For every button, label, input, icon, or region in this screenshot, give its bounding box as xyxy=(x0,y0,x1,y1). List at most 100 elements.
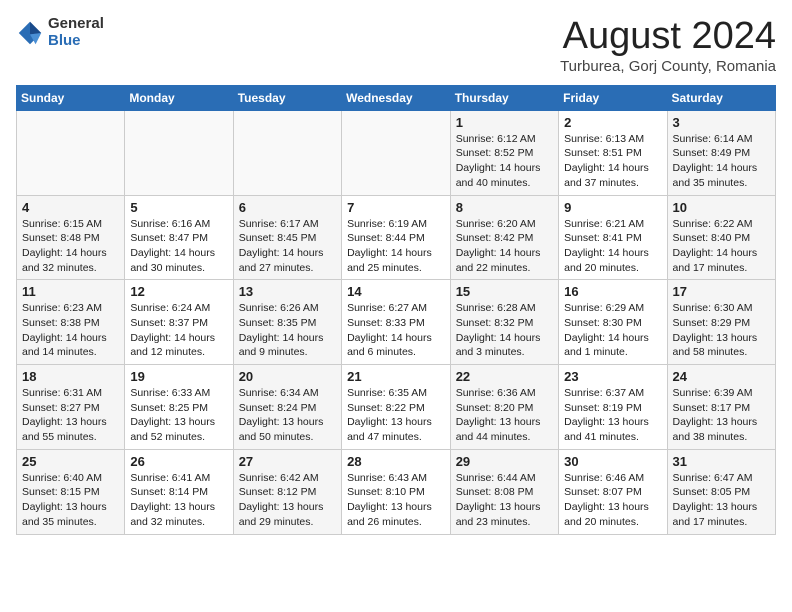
day-number: 3 xyxy=(673,115,770,130)
calendar-cell: 14 Sunrise: 6:27 AM Sunset: 8:33 PM Dayli… xyxy=(342,280,451,365)
calendar-cell: 7 Sunrise: 6:19 AM Sunset: 8:44 PM Daylig… xyxy=(342,195,451,280)
day-info: Sunrise: 6:23 AM Sunset: 8:38 PM Dayligh… xyxy=(22,301,119,360)
calendar-cell: 31 Sunrise: 6:47 AM Sunset: 8:05 PM Dayli… xyxy=(667,449,775,534)
day-info: Sunrise: 6:20 AM Sunset: 8:42 PM Dayligh… xyxy=(456,217,553,276)
day-number: 29 xyxy=(456,454,553,469)
calendar-cell: 18 Sunrise: 6:31 AM Sunset: 8:27 PM Dayli… xyxy=(17,365,125,450)
calendar-cell: 16 Sunrise: 6:29 AM Sunset: 8:30 PM Dayli… xyxy=(559,280,667,365)
day-number: 28 xyxy=(347,454,445,469)
calendar-cell: 25Sunrise: 6:40 AM Sunset: 8:15 PM Dayli… xyxy=(17,449,125,534)
calendar-cell xyxy=(342,110,451,195)
calendar-cell xyxy=(17,110,125,195)
day-number: 26 xyxy=(130,454,227,469)
header-saturday: Saturday xyxy=(667,85,775,110)
calendar-cell: 5Sunrise: 6:16 AM Sunset: 8:47 PM Daylig… xyxy=(125,195,233,280)
calendar-cell: 12 Sunrise: 6:24 AM Sunset: 8:37 PM Dayli… xyxy=(125,280,233,365)
calendar-cell: 19 Sunrise: 6:33 AM Sunset: 8:25 PM Dayli… xyxy=(125,365,233,450)
day-info: Sunrise: 6:13 AM Sunset: 8:51 PM Dayligh… xyxy=(564,132,661,191)
day-number: 7 xyxy=(347,200,445,215)
day-number: 13 xyxy=(239,284,336,299)
logo-text: General Blue xyxy=(48,16,104,49)
day-info: Sunrise: 6:12 AM Sunset: 8:52 PM Dayligh… xyxy=(456,132,553,191)
day-info: Sunrise: 6:34 AM Sunset: 8:24 PM Dayligh… xyxy=(239,386,336,445)
logo-general-text: General xyxy=(48,16,104,33)
header-monday: Monday xyxy=(125,85,233,110)
calendar-cell: 4 Sunrise: 6:15 AM Sunset: 8:48 PM Daylig… xyxy=(17,195,125,280)
calendar-cell: 10Sunrise: 6:22 AM Sunset: 8:40 PM Dayli… xyxy=(667,195,775,280)
calendar-cell: 15 Sunrise: 6:28 AM Sunset: 8:32 PM Dayli… xyxy=(450,280,558,365)
calendar-week-3: 11 Sunrise: 6:23 AM Sunset: 8:38 PM Dayli… xyxy=(17,280,776,365)
day-number: 6 xyxy=(239,200,336,215)
day-number: 19 xyxy=(130,369,227,384)
title-block: August 2024 Turburea, Gorj County, Roman… xyxy=(560,16,776,75)
day-info: Sunrise: 6:42 AM Sunset: 8:12 PM Dayligh… xyxy=(239,471,336,530)
calendar-cell: 21 Sunrise: 6:35 AM Sunset: 8:22 PM Dayli… xyxy=(342,365,451,450)
day-info: Sunrise: 6:30 AM Sunset: 8:29 PM Dayligh… xyxy=(673,301,770,360)
day-info: Sunrise: 6:43 AM Sunset: 8:10 PM Dayligh… xyxy=(347,471,445,530)
calendar-cell: 6Sunrise: 6:17 AM Sunset: 8:45 PM Daylig… xyxy=(233,195,341,280)
calendar-cell: 22Sunrise: 6:36 AM Sunset: 8:20 PM Dayli… xyxy=(450,365,558,450)
calendar-cell: 1 Sunrise: 6:12 AM Sunset: 8:52 PM Daylig… xyxy=(450,110,558,195)
calendar-header-row: SundayMondayTuesdayWednesdayThursdayFrid… xyxy=(17,85,776,110)
header-wednesday: Wednesday xyxy=(342,85,451,110)
header-sunday: Sunday xyxy=(17,85,125,110)
calendar-cell: 11 Sunrise: 6:23 AM Sunset: 8:38 PM Dayli… xyxy=(17,280,125,365)
day-number: 10 xyxy=(673,200,770,215)
calendar-week-1: 1 Sunrise: 6:12 AM Sunset: 8:52 PM Daylig… xyxy=(17,110,776,195)
location-title: Turburea, Gorj County, Romania xyxy=(560,58,776,75)
day-info: Sunrise: 6:21 AM Sunset: 8:41 PM Dayligh… xyxy=(564,217,661,276)
day-info: Sunrise: 6:28 AM Sunset: 8:32 PM Dayligh… xyxy=(456,301,553,360)
day-info: Sunrise: 6:19 AM Sunset: 8:44 PM Dayligh… xyxy=(347,217,445,276)
day-number: 12 xyxy=(130,284,227,299)
calendar-week-2: 4 Sunrise: 6:15 AM Sunset: 8:48 PM Daylig… xyxy=(17,195,776,280)
day-info: Sunrise: 6:37 AM Sunset: 8:19 PM Dayligh… xyxy=(564,386,661,445)
calendar-cell: 20 Sunrise: 6:34 AM Sunset: 8:24 PM Dayli… xyxy=(233,365,341,450)
day-info: Sunrise: 6:35 AM Sunset: 8:22 PM Dayligh… xyxy=(347,386,445,445)
calendar-cell: 17 Sunrise: 6:30 AM Sunset: 8:29 PM Dayli… xyxy=(667,280,775,365)
calendar-cell: 30Sunrise: 6:46 AM Sunset: 8:07 PM Dayli… xyxy=(559,449,667,534)
day-number: 23 xyxy=(564,369,661,384)
day-info: Sunrise: 6:39 AM Sunset: 8:17 PM Dayligh… xyxy=(673,386,770,445)
calendar-cell: 9Sunrise: 6:21 AM Sunset: 8:41 PM Daylig… xyxy=(559,195,667,280)
day-number: 17 xyxy=(673,284,770,299)
day-number: 25 xyxy=(22,454,119,469)
day-info: Sunrise: 6:26 AM Sunset: 8:35 PM Dayligh… xyxy=(239,301,336,360)
day-info: Sunrise: 6:36 AM Sunset: 8:20 PM Dayligh… xyxy=(456,386,553,445)
day-number: 2 xyxy=(564,115,661,130)
day-number: 11 xyxy=(22,284,119,299)
day-info: Sunrise: 6:29 AM Sunset: 8:30 PM Dayligh… xyxy=(564,301,661,360)
calendar-cell: 23 Sunrise: 6:37 AM Sunset: 8:19 PM Dayli… xyxy=(559,365,667,450)
day-number: 20 xyxy=(239,369,336,384)
calendar-week-5: 25Sunrise: 6:40 AM Sunset: 8:15 PM Dayli… xyxy=(17,449,776,534)
day-number: 15 xyxy=(456,284,553,299)
calendar-cell: 29Sunrise: 6:44 AM Sunset: 8:08 PM Dayli… xyxy=(450,449,558,534)
day-info: Sunrise: 6:31 AM Sunset: 8:27 PM Dayligh… xyxy=(22,386,119,445)
day-number: 4 xyxy=(22,200,119,215)
day-info: Sunrise: 6:46 AM Sunset: 8:07 PM Dayligh… xyxy=(564,471,661,530)
header-tuesday: Tuesday xyxy=(233,85,341,110)
header-friday: Friday xyxy=(559,85,667,110)
calendar-table: SundayMondayTuesdayWednesdayThursdayFrid… xyxy=(16,85,776,535)
day-info: Sunrise: 6:47 AM Sunset: 8:05 PM Dayligh… xyxy=(673,471,770,530)
calendar-cell: 24Sunrise: 6:39 AM Sunset: 8:17 PM Dayli… xyxy=(667,365,775,450)
day-number: 27 xyxy=(239,454,336,469)
day-number: 16 xyxy=(564,284,661,299)
day-number: 8 xyxy=(456,200,553,215)
calendar-week-4: 18 Sunrise: 6:31 AM Sunset: 8:27 PM Dayli… xyxy=(17,365,776,450)
calendar-cell: 13 Sunrise: 6:26 AM Sunset: 8:35 PM Dayli… xyxy=(233,280,341,365)
day-number: 21 xyxy=(347,369,445,384)
day-number: 31 xyxy=(673,454,770,469)
calendar-cell: 8 Sunrise: 6:20 AM Sunset: 8:42 PM Daylig… xyxy=(450,195,558,280)
logo-blue-text: Blue xyxy=(48,33,104,50)
calendar-cell: 26Sunrise: 6:41 AM Sunset: 8:14 PM Dayli… xyxy=(125,449,233,534)
logo: General Blue xyxy=(16,16,104,49)
day-info: Sunrise: 6:33 AM Sunset: 8:25 PM Dayligh… xyxy=(130,386,227,445)
day-number: 1 xyxy=(456,115,553,130)
day-number: 14 xyxy=(347,284,445,299)
day-number: 18 xyxy=(22,369,119,384)
day-info: Sunrise: 6:27 AM Sunset: 8:33 PM Dayligh… xyxy=(347,301,445,360)
day-info: Sunrise: 6:15 AM Sunset: 8:48 PM Dayligh… xyxy=(22,217,119,276)
day-info: Sunrise: 6:16 AM Sunset: 8:47 PM Dayligh… xyxy=(130,217,227,276)
day-info: Sunrise: 6:14 AM Sunset: 8:49 PM Dayligh… xyxy=(673,132,770,191)
day-info: Sunrise: 6:24 AM Sunset: 8:37 PM Dayligh… xyxy=(130,301,227,360)
